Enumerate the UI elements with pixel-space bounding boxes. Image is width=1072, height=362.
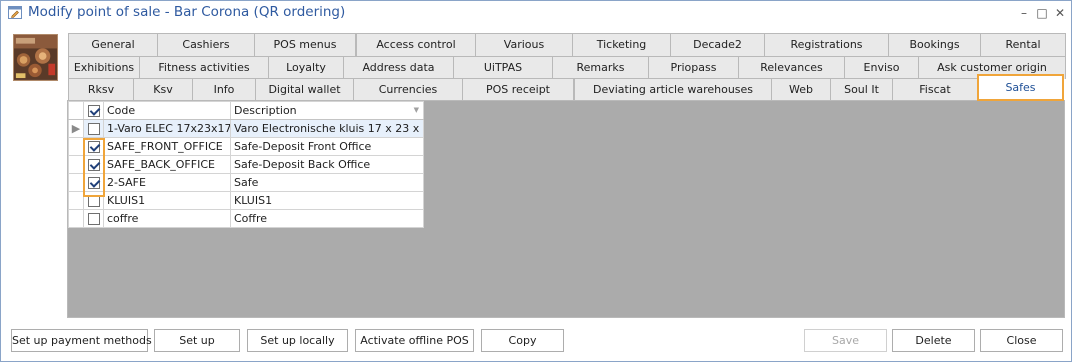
tab-remarks[interactable]: Remarks: [552, 56, 649, 79]
cell-code[interactable]: SAFE_BACK_OFFICE: [103, 155, 231, 174]
save-button[interactable]: Save: [804, 329, 887, 352]
row-checkbox-cell[interactable]: [83, 119, 104, 138]
tab-rksv[interactable]: Rksv: [68, 78, 134, 101]
tab-info[interactable]: Info: [192, 78, 256, 101]
cell-description[interactable]: Safe: [230, 173, 424, 192]
window-title: Modify point of sale - Bar Corona (QR or…: [28, 4, 346, 20]
column-header-description-label: Description: [234, 104, 297, 117]
edit-window-icon: [8, 6, 22, 19]
row-checkbox[interactable]: [87, 159, 100, 171]
tab-general[interactable]: General: [68, 33, 158, 56]
row-checkbox-cell[interactable]: [83, 191, 104, 210]
row-checkbox[interactable]: [87, 195, 100, 207]
point-of-sale-image: [13, 34, 58, 81]
cell-description[interactable]: Varo Electronische kluis 17 x 23 x 17: [230, 119, 424, 138]
tab-rental[interactable]: Rental: [980, 33, 1066, 56]
title-bar: Modify point of sale - Bar Corona (QR or…: [1, 1, 1071, 25]
cell-description[interactable]: Safe-Deposit Front Office: [230, 137, 424, 156]
activate-offline-pos-button[interactable]: Activate offline POS: [355, 329, 474, 352]
tab-soul-it[interactable]: Soul It: [830, 78, 893, 101]
table-row[interactable]: SAFE_BACK_OFFICE Safe-Deposit Back Office: [68, 155, 424, 174]
row-checkbox[interactable]: [87, 177, 100, 189]
cell-code[interactable]: SAFE_FRONT_OFFICE: [103, 137, 231, 156]
row-indicator: [68, 173, 84, 192]
tab-exhibitions[interactable]: Exhibitions: [68, 56, 140, 79]
cell-description[interactable]: Coffre: [230, 209, 424, 228]
tab-loyalty[interactable]: Loyalty: [268, 56, 344, 79]
tab-uitpas[interactable]: UiTPAS: [453, 56, 553, 79]
tab-enviso[interactable]: Enviso: [844, 56, 919, 79]
tab-pos-menus[interactable]: POS menus: [254, 33, 356, 56]
row-indicator: [68, 191, 84, 210]
row-checkbox-cell[interactable]: [83, 137, 104, 156]
cell-code[interactable]: coffre: [103, 209, 231, 228]
table-row[interactable]: KLUIS1 KLUIS1: [68, 191, 424, 210]
tab-pos-receipt[interactable]: POS receipt: [462, 78, 574, 101]
safes-grid: Code Description ▼ ▶ 1-Varo ELEC 17x23x17…: [68, 101, 424, 228]
tab-currencies[interactable]: Currencies: [353, 78, 463, 101]
tab-decade2[interactable]: Decade2: [670, 33, 765, 56]
cell-description[interactable]: Safe-Deposit Back Office: [230, 155, 424, 174]
cell-code[interactable]: KLUIS1: [103, 191, 231, 210]
row-checkbox[interactable]: [87, 123, 100, 135]
tab-various[interactable]: Various: [475, 33, 573, 56]
row-checkbox[interactable]: [87, 213, 100, 225]
tab-ksv[interactable]: Ksv: [133, 78, 193, 101]
safes-panel: Code Description ▼ ▶ 1-Varo ELEC 17x23x17…: [67, 100, 1065, 318]
maximize-button[interactable]: □: [1034, 5, 1050, 21]
row-indicator-header: [68, 101, 84, 120]
cell-description[interactable]: KLUIS1: [230, 191, 424, 210]
tab-web[interactable]: Web: [771, 78, 831, 101]
tab-fiscat[interactable]: Fiscat: [892, 78, 978, 101]
tab-registrations[interactable]: Registrations: [764, 33, 889, 56]
column-header-code[interactable]: Code: [103, 101, 231, 120]
tab-address-data[interactable]: Address data: [343, 56, 454, 79]
tab-cashiers[interactable]: Cashiers: [157, 33, 255, 56]
pos-window: Modify point of sale - Bar Corona (QR or…: [0, 0, 1072, 362]
row-indicator: [68, 137, 84, 156]
tab-ticketing[interactable]: Ticketing: [572, 33, 671, 56]
row-checkbox-cell[interactable]: [83, 173, 104, 192]
close-button[interactable]: Close: [980, 329, 1063, 352]
current-row-arrow-icon: ▶: [71, 122, 81, 135]
tab-relevances[interactable]: Relevances: [738, 56, 845, 79]
select-all-checkbox[interactable]: [87, 105, 100, 117]
row-checkbox-cell[interactable]: [83, 209, 104, 228]
grid-header-row: Code Description ▼: [68, 101, 424, 120]
tab-access-control[interactable]: Access control: [356, 33, 476, 56]
column-header-description[interactable]: Description ▼: [230, 101, 424, 120]
row-indicator: [68, 155, 84, 174]
copy-button[interactable]: Copy: [481, 329, 564, 352]
close-window-button[interactable]: ✕: [1052, 5, 1068, 21]
delete-button[interactable]: Delete: [892, 329, 975, 352]
row-indicator: [68, 209, 84, 228]
tab-strip: General Cashiers POS menus Access control Va…: [68, 33, 1066, 105]
tab-fitness-activities[interactable]: Fitness activities: [139, 56, 269, 79]
setup-button[interactable]: Set up: [154, 329, 240, 352]
safes-grid-area: Code Description ▼ ▶ 1-Varo ELEC 17x23x17…: [68, 101, 1064, 317]
row-checkbox-cell[interactable]: [83, 155, 104, 174]
select-all-checkbox-cell[interactable]: [83, 101, 104, 120]
table-row[interactable]: SAFE_FRONT_OFFICE Safe-Deposit Front Offi…: [68, 137, 424, 156]
tab-bookings[interactable]: Bookings: [888, 33, 981, 56]
table-row[interactable]: coffre Coffre: [68, 209, 424, 228]
sort-arrow-icon: ▼: [413, 106, 419, 114]
tab-priopass[interactable]: Priopass: [648, 56, 739, 79]
tab-deviating-article-warehouses[interactable]: Deviating article warehouses: [574, 78, 772, 101]
cell-code[interactable]: 1-Varo ELEC 17x23x17: [103, 119, 231, 138]
tab-safes[interactable]: Safes: [977, 74, 1064, 101]
setup-payment-methods-button[interactable]: Set up payment methods: [11, 329, 152, 352]
table-row[interactable]: ▶ 1-Varo ELEC 17x23x17 Varo Electronische …: [68, 119, 424, 138]
row-indicator: ▶: [68, 119, 84, 138]
tab-digital-wallet[interactable]: Digital wallet: [255, 78, 354, 101]
table-row[interactable]: 2-SAFE Safe: [68, 173, 424, 192]
cell-code[interactable]: 2-SAFE: [103, 173, 231, 192]
row-checkbox[interactable]: [87, 141, 100, 153]
minimize-button[interactable]: –: [1016, 5, 1032, 21]
setup-locally-button[interactable]: Set up locally: [247, 329, 348, 352]
